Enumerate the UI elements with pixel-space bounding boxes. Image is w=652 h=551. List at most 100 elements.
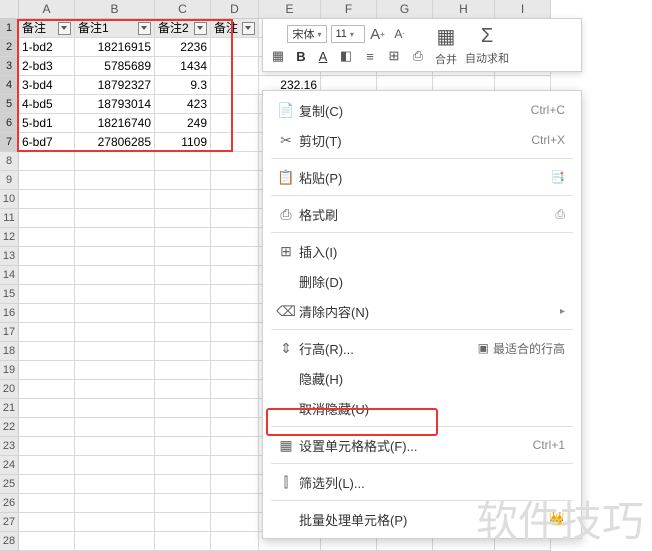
cell[interactable] [75,475,155,494]
cell[interactable] [155,266,211,285]
col-header[interactable]: B [75,0,155,19]
cell[interactable] [75,190,155,209]
cell[interactable] [155,342,211,361]
cell[interactable] [75,532,155,551]
cell[interactable] [155,361,211,380]
fill-color-button[interactable]: ◧ [337,47,355,65]
cell[interactable] [75,437,155,456]
font-color-button[interactable]: A [315,49,331,64]
cell[interactable] [211,494,259,513]
row-header[interactable]: 2 [0,38,19,57]
cell[interactable] [155,247,211,266]
cell[interactable] [75,304,155,323]
merge-cells-icon[interactable]: ▦ [269,47,287,65]
cell[interactable] [155,190,211,209]
cell[interactable] [155,475,211,494]
cell[interactable] [211,95,259,114]
cell[interactable]: 6-bd7 [19,133,75,152]
cell[interactable] [155,171,211,190]
increase-font-icon[interactable]: A+ [369,25,387,43]
cell[interactable] [75,399,155,418]
cell[interactable] [75,361,155,380]
menu-item-delete[interactable]: 删除(D) [263,266,581,296]
cell[interactable] [19,380,75,399]
menu-item-format-painter[interactable]: ⎙格式刷⎙ [263,199,581,229]
cell[interactable] [211,475,259,494]
menu-item-unhide[interactable]: 取消隐藏(U) [263,393,581,423]
row-header[interactable]: 1 [0,19,19,38]
right-icon[interactable]: 📑 [550,170,565,184]
cell[interactable] [155,285,211,304]
decrease-font-icon[interactable]: A- [391,25,409,43]
cell[interactable] [211,57,259,76]
cell[interactable] [211,304,259,323]
col-header[interactable]: E [259,0,321,19]
cell[interactable]: 18216915 [75,38,155,57]
cell[interactable] [155,532,211,551]
cell[interactable]: 5785689 [75,57,155,76]
row-header[interactable]: 5 [0,95,19,114]
cell[interactable] [75,513,155,532]
merge-group[interactable]: ▦ 合并 [435,24,457,67]
cell[interactable] [211,152,259,171]
cell[interactable] [19,190,75,209]
row-header[interactable]: 27 [0,513,19,532]
row-header[interactable]: 23 [0,437,19,456]
cell[interactable] [19,456,75,475]
row-header[interactable]: 4 [0,76,19,95]
cell[interactable] [211,133,259,152]
cell[interactable] [211,266,259,285]
cell[interactable] [19,171,75,190]
cell[interactable] [211,76,259,95]
align-button[interactable]: ≡ [361,47,379,65]
menu-item-cell-format[interactable]: ▦设置单元格格式(F)...Ctrl+1 [263,430,581,460]
cell[interactable] [19,228,75,247]
cell[interactable] [75,418,155,437]
menu-item-insert[interactable]: ⊞插入(I) [263,236,581,266]
cell[interactable] [155,228,211,247]
cell[interactable] [155,304,211,323]
row-header[interactable]: 3 [0,57,19,76]
cell[interactable]: 1434 [155,57,211,76]
cell[interactable] [75,171,155,190]
cell[interactable] [211,228,259,247]
cell[interactable] [155,399,211,418]
cell[interactable] [19,437,75,456]
filter-dropdown-icon[interactable] [138,22,151,35]
cell[interactable] [211,323,259,342]
cell[interactable] [19,494,75,513]
cell[interactable] [211,418,259,437]
cell[interactable] [19,266,75,285]
cell[interactable]: 备注 [211,19,259,38]
row-header[interactable]: 24 [0,456,19,475]
cell[interactable]: 18793014 [75,95,155,114]
cell[interactable]: 423 [155,95,211,114]
cell[interactable] [211,285,259,304]
cell[interactable] [211,247,259,266]
menu-item-cut[interactable]: ✂剪切(T)Ctrl+X [263,125,581,155]
menu-item-row-height[interactable]: ⇕行高(R)...▣最适合的行高 [263,333,581,363]
cell[interactable] [211,437,259,456]
row-header[interactable]: 25 [0,475,19,494]
cell[interactable] [19,209,75,228]
cell[interactable]: 2-bd3 [19,57,75,76]
border-button[interactable]: ⊞ [385,47,403,65]
cell[interactable] [211,114,259,133]
row-header[interactable]: 8 [0,152,19,171]
cell[interactable] [155,513,211,532]
menu-item-hide[interactable]: 隐藏(H) [263,363,581,393]
cell[interactable] [211,456,259,475]
cell[interactable]: 1-bd2 [19,38,75,57]
cell[interactable] [19,361,75,380]
cell[interactable] [75,380,155,399]
menu-item-copy[interactable]: 📄复制(C)Ctrl+C [263,95,581,125]
cell[interactable]: 18216740 [75,114,155,133]
row-header[interactable]: 11 [0,209,19,228]
cell[interactable] [211,190,259,209]
menu-right-action[interactable]: ▣最适合的行高 [478,340,565,357]
cell[interactable] [155,323,211,342]
right-icon[interactable]: ⎙ [555,207,565,222]
cell[interactable]: 9.3 [155,76,211,95]
row-header[interactable]: 7 [0,133,19,152]
row-header[interactable]: 21 [0,399,19,418]
